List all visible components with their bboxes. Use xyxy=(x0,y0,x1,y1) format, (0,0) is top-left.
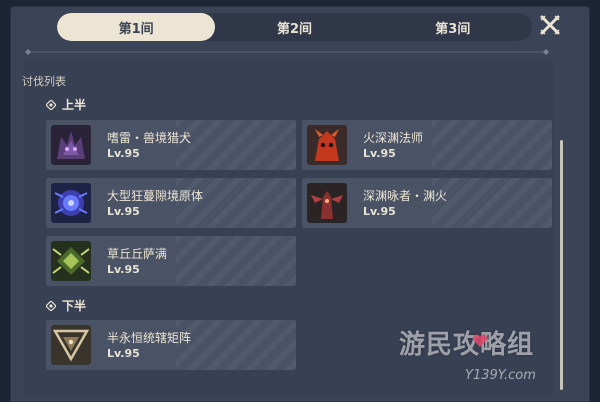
first-half-title: 上半 xyxy=(62,98,87,112)
enemy-level: Lv.95 xyxy=(107,205,140,218)
tab-chamber-3[interactable]: 第3间 xyxy=(374,13,532,41)
tab-chamber-1[interactable]: 第1间 xyxy=(57,13,216,41)
diamond-icon xyxy=(46,99,56,110)
second-half-title: 下半 xyxy=(62,299,87,313)
enemy-level: Lv.95 xyxy=(107,347,140,360)
enemy-level: Lv.95 xyxy=(107,147,140,160)
enemy-name: 半永恒统辖矩阵 xyxy=(107,331,192,345)
scrollbar[interactable] xyxy=(560,140,563,390)
second-half-header: 下半 xyxy=(46,297,86,314)
enemy-card[interactable]: 草丘丘萨满 Lv.95 xyxy=(46,236,296,286)
enemy-level: Lv.95 xyxy=(363,205,396,218)
enemy-name: 大型狂蔓隙境原体 xyxy=(107,189,204,203)
enemy-name: 火深渊法师 xyxy=(363,131,424,145)
rifthound-icon xyxy=(51,125,91,165)
header-divider xyxy=(25,49,549,55)
enemy-level: Lv.95 xyxy=(107,263,140,276)
enemy-card[interactable]: 大型狂蔓隙境原体 Lv.95 xyxy=(46,178,296,228)
tab-chamber-2[interactable]: 第2间 xyxy=(215,13,373,41)
pyro-abyss-mage-icon xyxy=(307,125,347,165)
chamber-tabs: 第1间 第2间 第3间 xyxy=(57,13,532,41)
diamond-icon xyxy=(46,300,56,311)
enemy-name: 草丘丘萨满 xyxy=(107,247,168,261)
overgrown-rift-icon xyxy=(51,183,91,223)
enemy-card[interactable]: 深渊咏者・渊火 Lv.95 xyxy=(302,178,552,228)
enemy-name: 深渊咏者・渊火 xyxy=(363,189,448,203)
enemy-card[interactable]: 火深渊法师 Lv.95 xyxy=(302,120,552,170)
perpetual-matrix-icon xyxy=(51,325,91,365)
enemy-name: 嗜雷・兽境猎犬 xyxy=(107,131,192,145)
enemy-level: Lv.95 xyxy=(363,147,396,160)
abyss-herald-icon xyxy=(307,183,347,223)
enemy-card[interactable]: 嗜雷・兽境猎犬 Lv.95 xyxy=(46,120,296,170)
close-button[interactable] xyxy=(537,12,563,38)
close-icon xyxy=(540,15,560,35)
enemy-list-title: 讨伐列表 xyxy=(22,75,66,88)
enemy-card[interactable]: 半永恒统辖矩阵 Lv.95 xyxy=(46,320,296,370)
dendro-samachurl-icon xyxy=(51,241,91,281)
first-half-header: 上半 xyxy=(46,96,86,113)
